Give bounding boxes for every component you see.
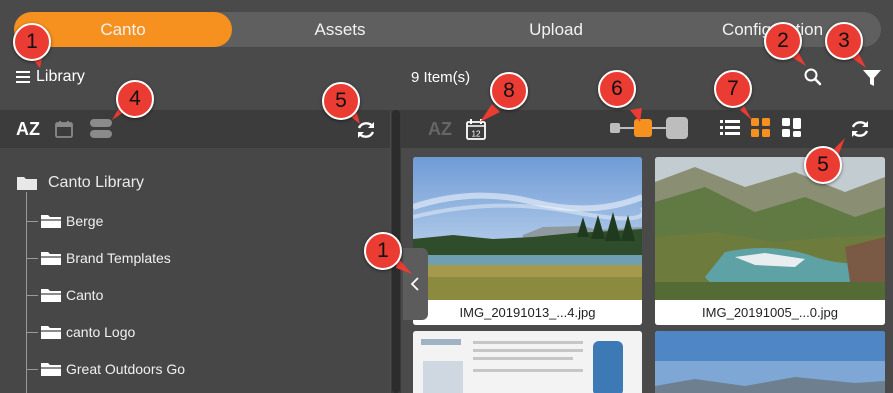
tab-upload[interactable]: Upload: [448, 12, 664, 47]
tree-item-label: Great Outdoors Go: [66, 361, 186, 377]
callout-badge: 8: [490, 72, 528, 110]
search-icon[interactable]: [803, 67, 823, 87]
tab-assets[interactable]: Assets: [232, 12, 448, 47]
asset-thumbnail[interactable]: IMG_20191005_...0.jpg: [655, 157, 885, 325]
callout-badge: 5: [804, 146, 842, 184]
tree-root-label: Canto Library: [48, 174, 145, 191]
collapse-sidebar-handle[interactable]: [403, 248, 428, 320]
tree-item-brand-templates[interactable]: Brand Templates: [26, 248, 171, 268]
calendar-icon[interactable]: 12: [465, 117, 487, 141]
tree-item-label: Berge: [66, 213, 104, 229]
callout-badge: 2: [764, 22, 802, 60]
tree-root-canto-library[interactable]: Canto Library: [16, 174, 144, 192]
mosaic-view-icon[interactable]: [782, 118, 802, 138]
folder-icon: [41, 363, 61, 376]
item-count: 9 Item(s): [411, 69, 471, 86]
folder-icon: [41, 326, 61, 339]
calendar-icon[interactable]: [54, 119, 74, 139]
callout-badge: 1: [364, 232, 402, 270]
refresh-icon[interactable]: [355, 119, 377, 141]
callout-badge: 1: [13, 23, 51, 61]
asset-thumbnail[interactable]: [413, 331, 642, 393]
tree-item-label: canto Logo: [66, 324, 136, 340]
asset-thumbnail[interactable]: IMG_20191013_...4.jpg: [413, 157, 642, 325]
callout-badge: 7: [714, 70, 752, 108]
grid-view-icon[interactable]: [751, 118, 771, 138]
tree-item-label: Canto: [66, 287, 104, 303]
calendar-day: 12: [472, 130, 481, 139]
folder-icon: [41, 252, 61, 265]
tab-bar: Canto Assets Upload Configuration: [0, 0, 893, 58]
asset-image: [413, 331, 642, 393]
callout-badge: 6: [598, 70, 636, 108]
callout-badge: 3: [825, 22, 863, 60]
callout-badge: 4: [116, 80, 154, 118]
sort-az-button[interactable]: AZ: [16, 119, 40, 140]
tree-item-great-outdoors-go[interactable]: Great Outdoors Go: [26, 359, 185, 379]
asset-image: [655, 157, 885, 300]
library-label: Library: [36, 68, 85, 85]
refresh-icon[interactable]: [849, 118, 871, 140]
tree-item-label: Brand Templates: [66, 250, 171, 266]
chevron-left-icon: [410, 277, 419, 291]
library-menu-button[interactable]: Library: [16, 68, 85, 86]
tab-group: Canto Assets Upload Configuration: [14, 12, 881, 47]
toggle-icon[interactable]: [89, 118, 113, 140]
hamburger-icon: [16, 71, 30, 83]
tree-item-berge[interactable]: Berge: [26, 211, 103, 231]
asset-image: [655, 331, 885, 393]
thumbnail-size-slider[interactable]: [608, 116, 690, 140]
folder-icon: [17, 177, 37, 190]
folder-icon: [41, 289, 61, 302]
filter-icon[interactable]: [862, 68, 882, 88]
asset-image: [413, 157, 642, 300]
tree-item-canto[interactable]: Canto: [26, 285, 103, 305]
callout-badge: 5: [322, 82, 360, 120]
asset-thumbnail[interactable]: [655, 331, 885, 393]
asset-caption: IMG_20191005_...0.jpg: [655, 300, 885, 325]
list-view-icon[interactable]: [720, 119, 740, 137]
sort-az-button[interactable]: AZ: [428, 119, 452, 140]
folder-icon: [41, 215, 61, 228]
tree-item-canto-logo[interactable]: canto Logo: [26, 322, 135, 342]
asset-caption: IMG_20191013_...4.jpg: [413, 300, 642, 325]
